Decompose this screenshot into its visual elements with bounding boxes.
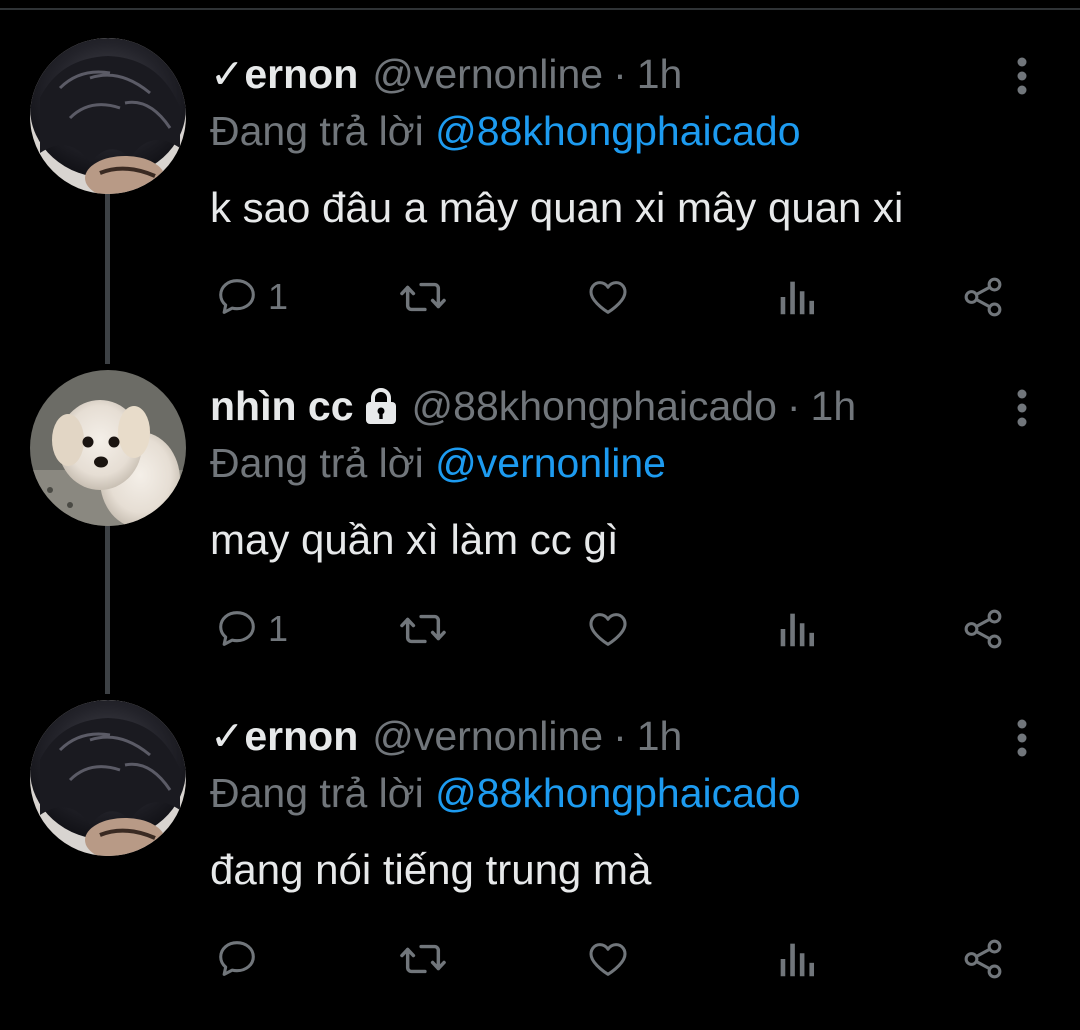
retweet-button[interactable] — [398, 274, 448, 320]
separator: · — [786, 382, 801, 429]
top-divider — [0, 0, 1080, 10]
tweet-header: ✓ernon @vernonline · 1h — [210, 708, 682, 764]
analytics-button[interactable] — [776, 274, 816, 320]
comment-icon — [219, 941, 255, 976]
retweet-icon — [400, 614, 446, 644]
share-button[interactable] — [960, 274, 1006, 320]
like-button[interactable] — [584, 606, 632, 652]
tweet-header: ✓ernon @vernonline · 1h — [210, 46, 682, 102]
tweet[interactable]: nhìn cc @88khongphaicado · 1h Đang trả l… — [0, 370, 1080, 700]
comment-icon — [219, 611, 255, 646]
tweet[interactable]: ✓ernon @vernonline · 1h Đang trả lời @88… — [0, 38, 1080, 368]
share-icon — [964, 939, 1002, 979]
handle[interactable]: @vernonline — [372, 713, 603, 760]
tweet-text: may quần xì làm cc gì — [210, 516, 619, 563]
lock-icon — [365, 388, 396, 424]
reply-button[interactable]: 1 — [214, 274, 288, 320]
reply-button[interactable] — [214, 936, 260, 982]
share-button[interactable] — [960, 936, 1006, 982]
more-icon[interactable] — [1014, 56, 1030, 96]
share-icon — [964, 277, 1002, 317]
more-icon[interactable] — [1014, 718, 1030, 758]
heart-icon — [589, 943, 627, 976]
retweet-button[interactable] — [398, 936, 448, 982]
display-name[interactable]: nhìn cc — [210, 383, 354, 430]
timestamp[interactable]: 1h — [811, 383, 857, 430]
heart-icon — [589, 281, 627, 314]
tweet[interactable]: ✓ernon @vernonline · 1h Đang trả lời @88… — [0, 700, 1080, 1030]
timestamp[interactable]: 1h — [637, 713, 683, 760]
replying-to: Đang trả lời @vernonline — [210, 440, 666, 487]
reply-count: 1 — [268, 608, 289, 649]
timestamp[interactable]: 1h — [637, 51, 683, 98]
replying-to-label: Đang trả lời — [210, 108, 424, 154]
replying-to: Đang trả lời @88khongphaicado — [210, 108, 801, 155]
replying-to: Đang trả lời @88khongphaicado — [210, 770, 801, 817]
analytics-icon — [780, 943, 815, 977]
avatar[interactable] — [30, 38, 186, 194]
avatar-dark-hair-image — [30, 38, 186, 194]
reply-button[interactable]: 1 — [214, 606, 288, 652]
avatar-dark-hair-image — [30, 700, 186, 856]
tweet-header: nhìn cc @88khongphaicado · 1h — [210, 378, 856, 434]
replying-to-handle[interactable]: @88khongphaicado — [435, 108, 800, 154]
analytics-icon — [780, 281, 815, 315]
share-button[interactable] — [960, 606, 1006, 652]
handle[interactable]: @88khongphaicado — [412, 383, 777, 430]
like-button[interactable] — [584, 936, 632, 982]
separator: · — [613, 712, 627, 759]
heart-icon — [589, 613, 627, 646]
retweet-icon — [400, 944, 446, 974]
comment-icon — [219, 279, 255, 314]
replying-to-handle[interactable]: @vernonline — [435, 440, 666, 486]
handle[interactable]: @vernonline — [372, 51, 603, 98]
avatar[interactable] — [30, 370, 186, 526]
replying-to-handle[interactable]: @88khongphaicado — [435, 770, 800, 816]
retweet-button[interactable] — [398, 606, 448, 652]
like-button[interactable] — [584, 274, 632, 320]
separator: · — [613, 50, 627, 97]
more-icon[interactable] — [1014, 388, 1030, 428]
analytics-icon — [780, 613, 815, 647]
avatar[interactable] — [30, 700, 186, 856]
analytics-button[interactable] — [776, 606, 816, 652]
tweet-text: đang nói tiếng trung mà — [210, 846, 652, 893]
display-name[interactable]: ✓ernon — [210, 712, 358, 760]
replying-to-label: Đang trả lời — [210, 770, 424, 816]
tweet-text: k sao đâu a mây quan xi mây quan xi — [210, 184, 904, 231]
retweet-icon — [400, 282, 446, 312]
reply-count: 1 — [268, 276, 289, 317]
display-name[interactable]: ✓ernon — [210, 50, 358, 98]
replying-to-label: Đang trả lời — [210, 440, 424, 486]
avatar-white-dog-image — [30, 370, 186, 526]
analytics-button[interactable] — [776, 936, 816, 982]
share-icon — [964, 609, 1002, 649]
